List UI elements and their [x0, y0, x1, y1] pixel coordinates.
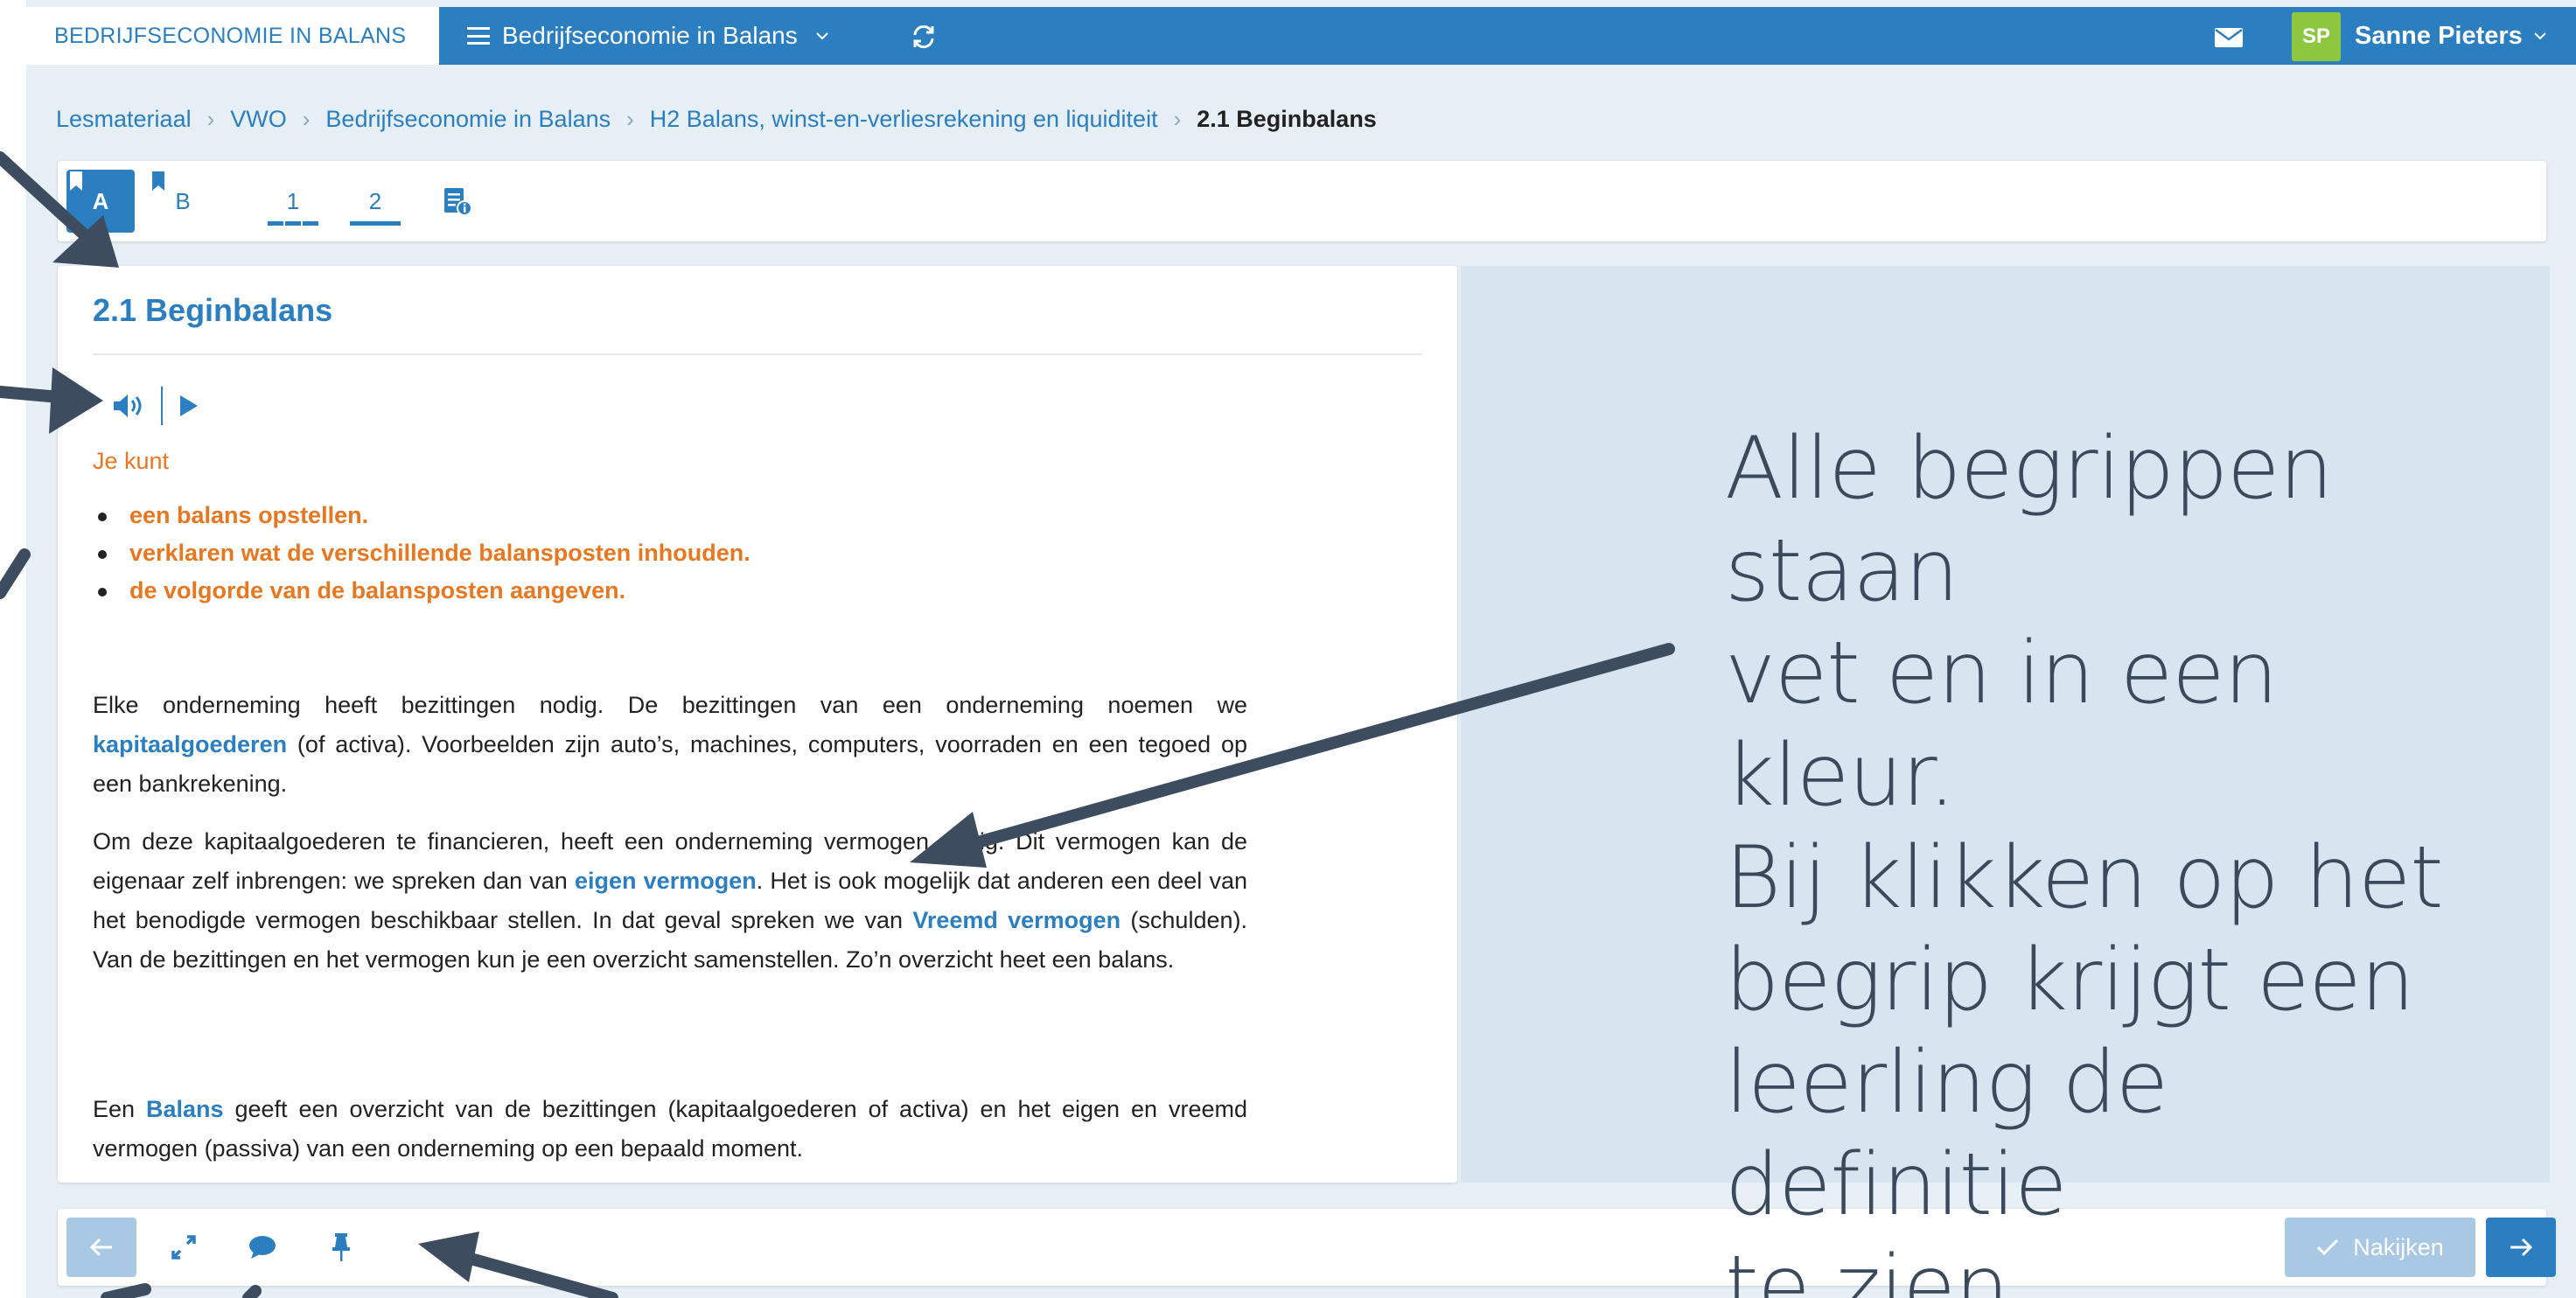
document-info-icon: [444, 188, 472, 216]
user-menu[interactable]: Sanne Pieters: [2355, 7, 2547, 65]
bookmark-icon: [70, 171, 82, 191]
breadcrumb-item[interactable]: H2 Balans, winst-en-verliesrekening en l…: [650, 106, 1158, 133]
section-tabs: A B 1 2: [58, 161, 2546, 241]
expand-icon[interactable]: [166, 1230, 201, 1265]
arrow-right-icon: [2510, 1238, 2533, 1257]
breadcrumb: Lesmateriaal › VWO › Bedrijfseconomie in…: [56, 103, 1377, 135]
tab-label: 2: [368, 187, 382, 214]
term-link[interactable]: kapitaalgoederen: [93, 731, 287, 757]
text: geeft een overzicht van de bezittingen (…: [93, 1096, 1248, 1162]
course-menu-label: Bedrijfseconomie in Balans: [502, 22, 798, 49]
play-icon[interactable]: [178, 394, 199, 417]
term-link[interactable]: eigen vermogen: [575, 868, 757, 894]
tab-info[interactable]: [423, 170, 492, 233]
goals-heading: Je kunt: [93, 448, 170, 474]
chevron-down-icon: [2534, 32, 2546, 40]
goals-list: een balans opstellen. verklaren wat de v…: [94, 502, 750, 615]
refresh-icon[interactable]: [910, 23, 938, 51]
course-menu[interactable]: Bedrijfseconomie in Balans: [467, 7, 829, 65]
tab-label: 1: [286, 187, 300, 214]
annotation-line: vet en in een kleur.: [1725, 624, 2279, 826]
speaker-icon[interactable]: [112, 393, 145, 419]
tab-b[interactable]: B: [149, 170, 217, 233]
page-title: 2.1 Beginbalans: [93, 292, 333, 328]
annotation-line: begrip krijgt een: [1725, 931, 2415, 1030]
annotation-text: Alle begrippen staan vet en in een kleur…: [1725, 418, 2512, 1298]
list-item: de volgorde van de balansposten aangeven…: [94, 577, 750, 615]
breadcrumb-current: 2.1 Beginbalans: [1197, 105, 1377, 132]
previous-button[interactable]: [66, 1218, 136, 1277]
paragraph: Elke onderneming heeft bezittingen nodig…: [93, 686, 1247, 804]
mail-icon[interactable]: [2215, 28, 2243, 47]
term-link[interactable]: Balans: [146, 1096, 224, 1122]
breadcrumb-item[interactable]: VWO: [230, 106, 287, 133]
breadcrumb-item[interactable]: Lesmateriaal: [56, 106, 192, 133]
paragraph: Om deze kapitaalgoederen te financieren,…: [93, 822, 1247, 980]
breadcrumb-separator-icon: ›: [206, 105, 215, 132]
annotation-line: leerling de definitie: [1725, 1033, 2168, 1235]
arrow-left-icon: [89, 1238, 112, 1257]
tab-a[interactable]: A: [66, 170, 135, 233]
breadcrumb-separator-icon: ›: [302, 105, 311, 132]
audio-player: [112, 387, 199, 425]
paragraph: Een Balans geeft een overzicht van de be…: [93, 1090, 1247, 1169]
brand-tab[interactable]: BEDRIJFSECONOMIE IN BALANS: [26, 7, 439, 65]
tab-label: B: [175, 187, 191, 214]
content-card: 2.1 Beginbalans Je kunt een balans opste…: [58, 266, 1457, 1183]
bookmark-icon: [152, 171, 164, 191]
menu-icon: [467, 27, 490, 45]
breadcrumb-separator-icon: ›: [1173, 105, 1182, 132]
breadcrumb-item[interactable]: Bedrijfseconomie in Balans: [325, 106, 611, 133]
term-link[interactable]: Vreemd vermogen: [912, 907, 1120, 933]
text: Elke onderneming heeft bezittingen nodig…: [93, 692, 1247, 718]
text: Een: [93, 1096, 146, 1122]
chevron-down-icon: [816, 32, 828, 40]
user-name: Sanne Pieters: [2355, 21, 2523, 50]
breadcrumb-separator-icon: ›: [626, 105, 634, 132]
divider: [93, 353, 1422, 355]
tab-label: A: [92, 187, 109, 214]
avatar[interactable]: SP: [2292, 12, 2341, 61]
annotation-line: Alle begrippen staan: [1725, 419, 2334, 621]
pin-icon[interactable]: [324, 1230, 359, 1265]
list-item: een balans opstellen.: [94, 502, 750, 540]
tab-1[interactable]: 1: [259, 170, 327, 233]
tab-2[interactable]: 2: [341, 170, 409, 233]
annotation-line: te zien.: [1725, 1238, 2035, 1298]
annotation-arrow: [0, 548, 31, 599]
top-bar: BEDRIJFSECONOMIE IN BALANS Bedrijfsecono…: [26, 7, 2576, 65]
comment-icon[interactable]: [245, 1230, 280, 1265]
divider: [161, 387, 163, 425]
progress-underline: [350, 221, 401, 226]
progress-underline: [268, 221, 318, 226]
list-item: verklaren wat de verschillende balanspos…: [94, 540, 750, 577]
annotation-line: Bij klikken op het: [1725, 828, 2444, 928]
